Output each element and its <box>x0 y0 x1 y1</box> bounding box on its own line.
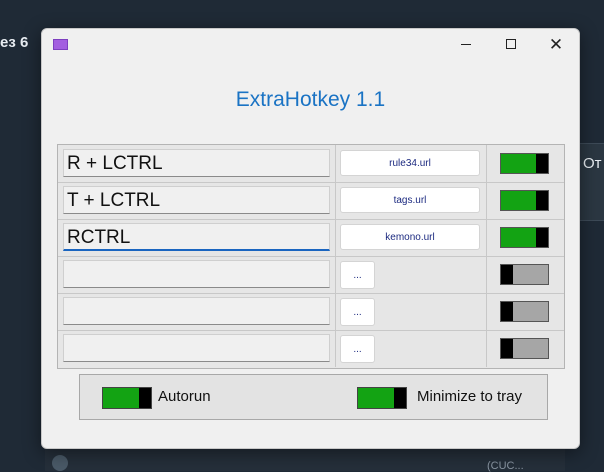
minimize-icon <box>461 43 471 45</box>
app-window: ✕ ExtraHotkey 1.1 R + LCTRL rule34.url T… <box>41 28 580 449</box>
hotkey-row: ... <box>58 293 564 331</box>
minimize-button[interactable] <box>443 29 489 59</box>
hotkey-row: ... <box>58 256 564 294</box>
hotkey-input[interactable]: R + LCTRL <box>63 149 330 177</box>
hotkey-input[interactable] <box>63 334 330 362</box>
autorun-label: Autorun <box>158 388 211 405</box>
hotkey-enable-toggle[interactable] <box>500 227 549 248</box>
app-title: ExtraHotkey 1.1 <box>235 88 386 111</box>
hotkey-enable-toggle[interactable] <box>500 264 549 285</box>
autorun-toggle[interactable] <box>102 387 152 409</box>
hotkey-row: ... <box>58 330 564 367</box>
hotkey-row: RCTRL kemono.url <box>58 219 564 257</box>
hotkey-grid: R + LCTRL rule34.url T + LCTRL tags.url … <box>57 144 565 369</box>
minimize-to-tray-label: Minimize to tray <box>417 388 523 405</box>
hotkey-input[interactable] <box>63 297 330 325</box>
background-bottom-text: (CUC... <box>487 460 524 472</box>
close-button[interactable]: ✕ <box>533 29 579 59</box>
url-file-button[interactable]: rule34.url <box>340 150 480 176</box>
background-logo-icon <box>52 455 68 471</box>
minimize-to-tray-toggle[interactable] <box>357 387 407 409</box>
url-file-button[interactable]: tags.url <box>340 187 480 213</box>
browse-url-button[interactable]: ... <box>340 261 375 289</box>
close-icon: ✕ <box>548 34 564 54</box>
options-panel: Autorun Minimize to tray <box>79 374 548 420</box>
hotkey-row: T + LCTRL tags.url <box>58 182 564 220</box>
browse-url-button[interactable]: ... <box>340 335 375 363</box>
hotkey-enable-toggle[interactable] <box>500 190 549 211</box>
hotkey-input[interactable]: T + LCTRL <box>63 186 330 214</box>
title-bar[interactable]: ✕ <box>42 29 579 59</box>
hotkey-enable-toggle[interactable] <box>500 338 549 359</box>
browse-url-button[interactable]: ... <box>340 298 375 326</box>
background-text-fragment: ез 6 <box>0 34 29 51</box>
hotkey-input[interactable] <box>63 260 330 288</box>
app-icon <box>53 39 68 50</box>
maximize-icon <box>506 39 516 49</box>
background-text-fragment-right: От <box>583 155 602 172</box>
hotkey-enable-toggle[interactable] <box>500 301 549 322</box>
maximize-button[interactable] <box>488 29 534 59</box>
hotkey-input[interactable]: RCTRL <box>63 223 330 251</box>
url-file-button[interactable]: kemono.url <box>340 224 480 250</box>
hotkey-row: R + LCTRL rule34.url <box>58 145 564 183</box>
hotkey-enable-toggle[interactable] <box>500 153 549 174</box>
